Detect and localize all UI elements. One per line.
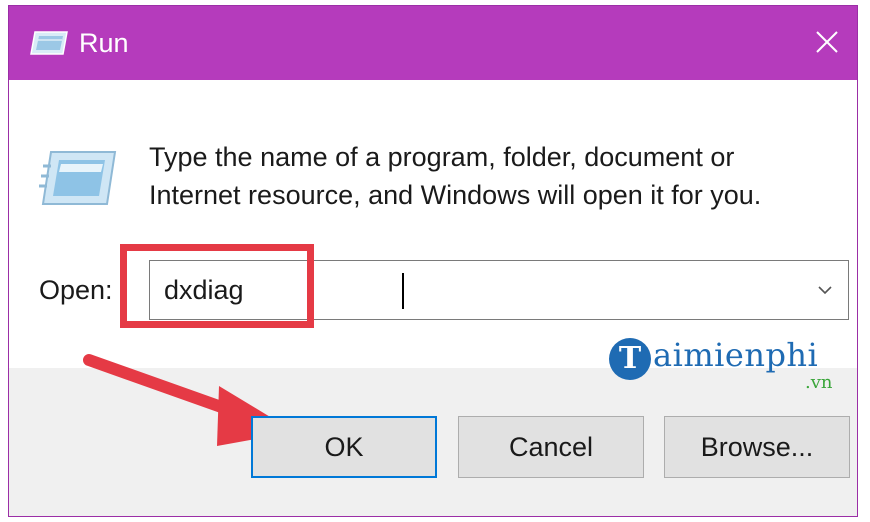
watermark-letter: T [609, 338, 651, 380]
open-dropdown-button[interactable] [808, 273, 842, 307]
watermark-suffix: .vn [805, 372, 833, 393]
watermark-text: aimienphi [653, 336, 819, 374]
dialog-content: Type the name of a program, folder, docu… [9, 80, 857, 368]
run-app-icon [30, 31, 68, 55]
text-caret [402, 273, 404, 309]
description-text: Type the name of a program, folder, docu… [149, 138, 839, 214]
close-button[interactable] [803, 18, 851, 66]
ok-button[interactable]: OK [251, 416, 437, 478]
open-combobox[interactable] [149, 260, 849, 320]
window-title: Run [79, 28, 129, 58]
watermark-logo: T aimienphi .vn [609, 336, 857, 400]
browse-button[interactable]: Browse... [664, 416, 850, 478]
run-app-icon [39, 151, 117, 205]
description-line-2: Internet resource, and Windows will open… [149, 180, 762, 210]
cancel-button[interactable]: Cancel [458, 416, 644, 478]
description-line-1: Type the name of a program, folder, docu… [149, 142, 735, 172]
title-bar: Run [9, 6, 857, 80]
open-label: Open: [39, 275, 113, 305]
close-icon [816, 31, 838, 53]
run-dialog: Run Type the name of a program, folder, … [8, 5, 858, 517]
chevron-down-icon [818, 286, 832, 295]
open-input[interactable] [164, 269, 784, 311]
